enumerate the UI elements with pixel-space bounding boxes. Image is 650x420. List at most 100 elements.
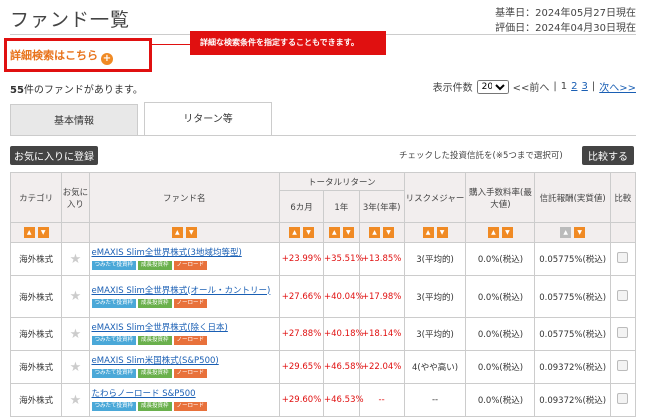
detail-search-label[interactable]: 詳細検索はこちら [10, 49, 98, 62]
fund-tag: つみたて投資枠 [91, 336, 137, 345]
next-link[interactable]: 次へ>> [599, 79, 636, 94]
cell-compare [609, 383, 637, 417]
callout-note: 詳細な検索条件を指定することもできます。 [190, 31, 386, 55]
page-3-link[interactable]: 3 [581, 81, 587, 92]
sort-cell: ▲ ▼ [323, 222, 360, 243]
sort-cell: ▲ ▼ [279, 222, 325, 243]
cell-return-6m: +27.66% [279, 275, 325, 318]
callout-line [152, 44, 192, 45]
compare-checkbox[interactable] [617, 252, 629, 263]
sort-asc-icon[interactable]: ▲ [560, 227, 572, 238]
fund-tag: つみたて投資枠 [91, 402, 137, 411]
cell-return-1y: +46.58% [323, 350, 364, 384]
star-icon[interactable]: ★ [61, 242, 90, 276]
fund-name-link[interactable]: eMAXIS Slim米国株式(S&P500) [92, 356, 219, 366]
cell-fee: 0.0%(税込) [465, 242, 536, 276]
fund-name-link[interactable]: eMAXIS Slim全世界株式(除く日本) [92, 323, 228, 333]
per-page-select[interactable]: 20 [476, 79, 509, 94]
cell-risk: -- [403, 383, 467, 417]
sort-asc-icon[interactable]: ▲ [171, 227, 183, 238]
fund-tags: つみたて投資枠 成長投資枠 ノーロード [91, 369, 278, 378]
fund-tag: つみたて投資枠 [91, 298, 137, 308]
sort-cell: ▲ ▼ [465, 222, 536, 243]
cell-return-6m: +23.99% [279, 242, 325, 276]
add-favorite-button[interactable]: お気に入りに登録 [10, 146, 98, 165]
fund-tag: 成長投資枠 [138, 402, 172, 411]
sort-desc-icon[interactable]: ▼ [342, 227, 354, 238]
compare-checkbox[interactable] [617, 327, 629, 338]
sort-asc-icon[interactable]: ▲ [289, 227, 301, 238]
sort-desc-icon[interactable]: ▼ [436, 227, 448, 238]
cell-category: 海外株式 [9, 383, 63, 417]
table-row: 海外株式 ★ たわらノーロード S&P500 つみたて投資枠 成長投資枠 ノーロード +29… [9, 383, 637, 417]
fund-tag: 成長投資枠 [138, 261, 172, 270]
cell-return-3y: +18.14% [358, 317, 405, 351]
cell-return-1y: +40.04% [323, 275, 364, 318]
sort-desc-icon[interactable]: ▼ [37, 227, 49, 238]
sort-cell: ▲ ▼ [403, 222, 467, 243]
tab-basic-info[interactable]: 基本情報 [10, 104, 138, 136]
detail-search-link[interactable]: 詳細検索はこちら + [10, 47, 113, 65]
star-icon[interactable]: ★ [61, 275, 90, 318]
sort-desc-icon[interactable]: ▼ [501, 227, 513, 238]
cell-risk: 4(やや高い) [403, 350, 467, 384]
cell-return-3y: +13.85% [358, 242, 405, 276]
col-compare: 比較 [609, 172, 637, 223]
cell-return-3y: +22.04% [358, 350, 405, 384]
sort-asc-icon[interactable]: ▲ [23, 227, 35, 238]
compare-checkbox[interactable] [617, 393, 629, 404]
sort-cell: ▲ ▼ [358, 222, 405, 243]
sort-cell: ▲ ▼ [9, 222, 63, 243]
table-row: 海外株式 ★ eMAXIS Slim全世界株式(除く日本) つみたて投資枠 成長投資枠ノ… [9, 317, 637, 351]
star-icon[interactable]: ★ [61, 383, 90, 417]
page-2-link[interactable]: 2 [571, 81, 577, 92]
tab-divider [10, 135, 636, 136]
sort-asc-icon[interactable]: ▲ [328, 227, 340, 238]
cell-category: 海外株式 [9, 350, 63, 384]
star-icon[interactable]: ★ [61, 350, 90, 384]
cell-return-6m: +29.65% [279, 350, 325, 384]
cell-compare [609, 275, 637, 318]
sort-asc-icon[interactable]: ▲ [422, 227, 434, 238]
cell-fee: 0.0%(税込) [465, 275, 536, 318]
tab-returns[interactable]: リターン等 [144, 102, 272, 136]
col-trust-fee: 信託報酬(実質値) [534, 172, 611, 223]
sort-asc-icon[interactable]: ▲ [369, 227, 381, 238]
sort-asc-icon[interactable]: ▲ [487, 227, 499, 238]
prev-link: <<前へ [512, 83, 550, 94]
cell-return-6m: +27.88% [279, 317, 325, 351]
col-fee: 購入手数料率(最大値) [465, 172, 536, 223]
compare-checkbox[interactable] [617, 289, 629, 301]
cell-category: 海外株式 [9, 317, 63, 351]
fund-tags: つみたて投資枠 成長投資枠 ノーロード [91, 336, 278, 345]
result-count: 55件のファンドがあります。 [10, 81, 143, 96]
sort-desc-icon[interactable]: ▼ [303, 227, 315, 238]
plus-circle-icon[interactable]: + [101, 53, 113, 65]
cell-trust-fee: 0.09372%(税込) [534, 383, 611, 417]
fund-tag: ノーロード [173, 261, 208, 270]
cell-fee: 0.0%(税込) [465, 383, 536, 417]
fund-name-link[interactable]: eMAXIS Slim全世界株式(3地域均等型) [92, 248, 242, 258]
compare-checkbox[interactable] [617, 360, 629, 371]
fund-tag: つみたて投資枠 [91, 261, 137, 270]
fund-table: カテゴリ お気に入り ファンド名 トータルリターン リスクメジャー 購入手数料率… [9, 172, 637, 417]
cell-return-6m: +29.60% [279, 383, 325, 417]
star-icon[interactable]: ★ [61, 317, 90, 351]
fund-tag: ノーロード [173, 369, 208, 378]
cell-category: 海外株式 [9, 242, 63, 276]
fund-name-link[interactable]: たわらノーロード S&P500 [92, 389, 196, 399]
fund-name-link[interactable]: eMAXIS Slim全世界株式(オール・カントリー) [92, 286, 271, 296]
fund-tag: つみたて投資枠 [91, 369, 137, 378]
sort-desc-icon[interactable]: ▼ [383, 227, 395, 238]
sort-cell-empty [61, 222, 90, 243]
date-info: 基準日：2024年05月27日現在 評価日：2024年04月30日現在 [495, 6, 636, 36]
count-suffix: 件のファンドがあります。 [23, 85, 143, 96]
sort-desc-icon[interactable]: ▼ [574, 227, 586, 238]
cell-fund: eMAXIS Slim全世界株式(オール・カントリー) つみたて投資枠 成長投資枠ノ… [88, 275, 281, 318]
fund-tag: ノーロード [173, 336, 208, 345]
fund-tag: 成長投資枠 [138, 369, 172, 378]
sort-desc-icon[interactable]: ▼ [185, 227, 197, 238]
table-row: 海外株式 ★ eMAXIS Slim米国株式(S&P500) つみたて投資枠 成長投資枠… [9, 350, 637, 384]
col-1y: 1年 [323, 190, 360, 223]
compare-button[interactable]: 比較する [582, 146, 634, 165]
